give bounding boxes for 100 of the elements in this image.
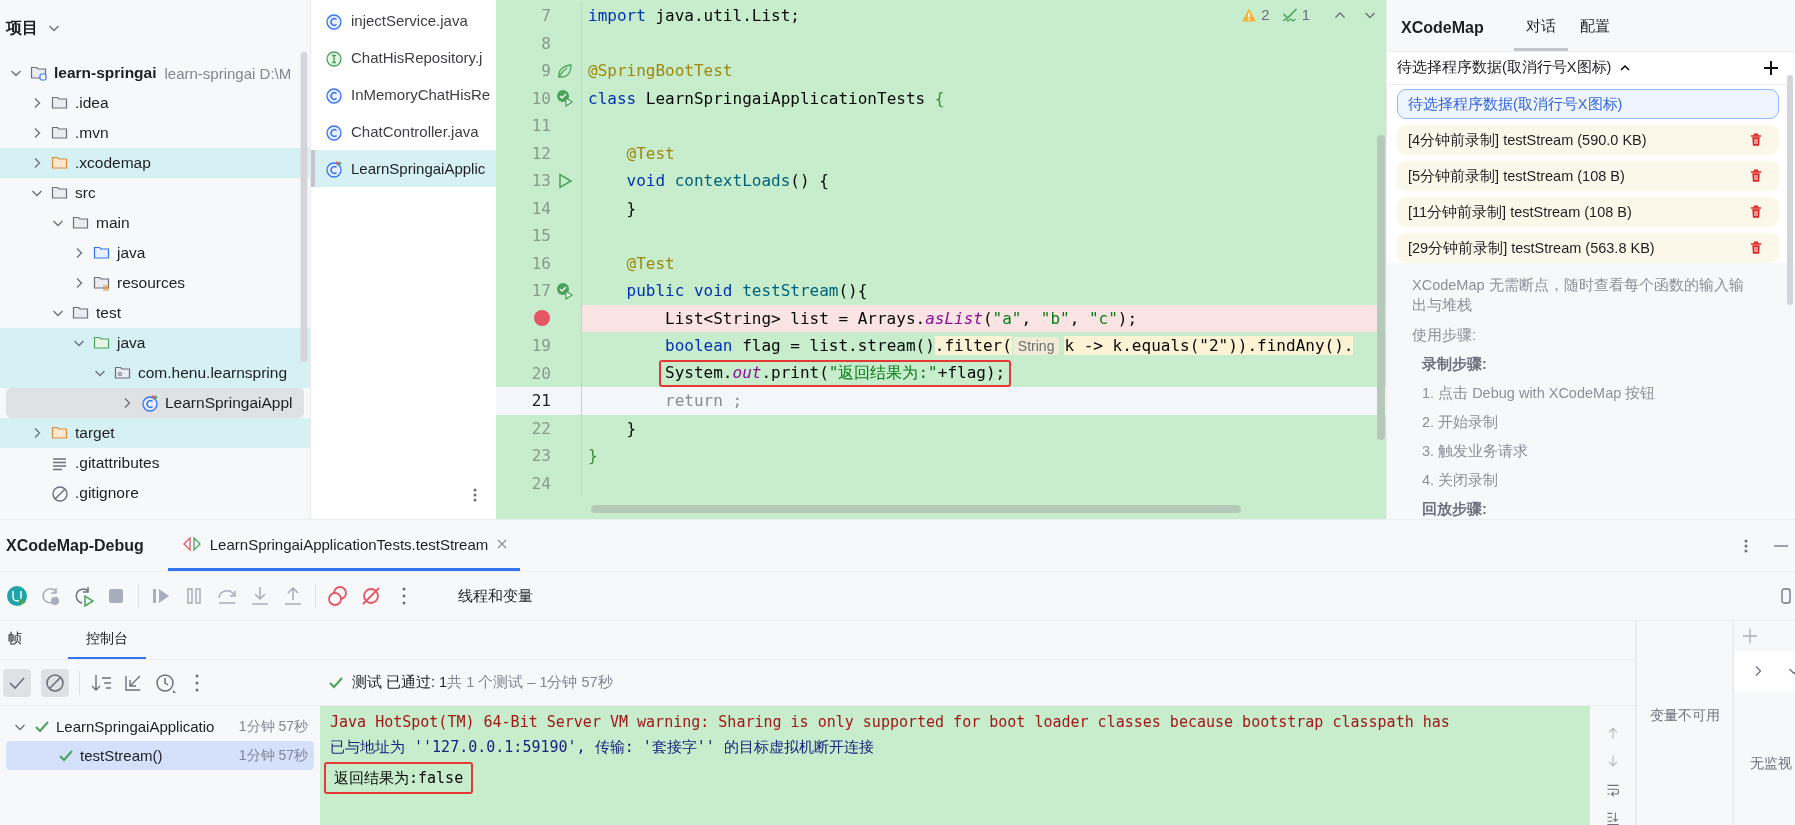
tab[interactable]: 帧 — [0, 621, 42, 659]
layout-icon[interactable] — [1781, 588, 1791, 604]
trash-icon[interactable] — [1750, 241, 1762, 255]
code-line: @Test — [625, 252, 676, 275]
line-number: 11 — [531, 116, 551, 136]
show-passed-icon[interactable] — [3, 668, 31, 697]
code-line: @Test — [625, 142, 676, 165]
warning-count[interactable]: 2 — [1261, 6, 1270, 23]
file-tab[interactable]: LearnSpringaiApplic — [311, 150, 496, 187]
module-folder-icon — [30, 64, 48, 82]
tree-item[interactable]: target — [0, 418, 310, 448]
test-summary: 共 1 个测试 – 1分钟 57秒 — [447, 673, 613, 692]
more-icon[interactable] — [472, 487, 478, 503]
code-line: List<String> list = Arrays.asList("a", "b", "c"); — [664, 307, 1139, 330]
class-icon — [325, 122, 343, 141]
tree-item[interactable]: .idea — [0, 88, 310, 118]
recording-item[interactable]: [4分钟前录制] testStream (590.0 KB) — [1397, 125, 1779, 155]
scrollbar[interactable] — [1787, 75, 1793, 305]
file-tab[interactable]: InMemoryChatHisRe — [311, 76, 496, 113]
mute-breakpoints-icon[interactable] — [360, 585, 382, 607]
code-line: } — [625, 197, 638, 220]
folder-icon — [72, 214, 90, 232]
folder-icon — [51, 124, 69, 142]
line-number: 15 — [531, 226, 551, 246]
line-number: 22 — [531, 418, 551, 438]
help-text: 使用步骤: — [1412, 326, 1478, 345]
line-number: 16 — [531, 253, 551, 273]
code-line: public void testStream(){ — [625, 280, 869, 303]
folder-icon — [51, 424, 69, 442]
test-item[interactable]: LearnSpringaiApplicatio 1分钟 57秒 — [6, 712, 314, 741]
history-icon[interactable] — [154, 671, 176, 694]
line-number: 9 — [541, 61, 551, 81]
spring-leaf-icon[interactable] — [556, 61, 574, 80]
rerun-icon[interactable] — [39, 585, 61, 607]
tree-item[interactable]: learn-springai learn-springai D:\M — [0, 58, 310, 88]
tab[interactable]: LearnSpringaiApplicationTests.testStream — [167, 520, 521, 571]
tree-item[interactable]: .xcodemap — [0, 148, 310, 178]
line-number: 7 — [541, 6, 551, 26]
console-line: 已与地址为 ''127.0.0.1:59190', 传输: '套接字'' 的目标虚拟机断开连接 — [330, 737, 874, 758]
line-number: 19 — [531, 336, 551, 356]
tree-item[interactable]: .gitattributes — [0, 448, 310, 478]
tab[interactable]: 配置 — [1567, 16, 1622, 51]
line-number: 23 — [531, 446, 551, 466]
tree-item[interactable]: java — [0, 238, 310, 268]
more-icon[interactable] — [1743, 537, 1749, 554]
typo-check-icon[interactable] — [1281, 6, 1298, 23]
run-test-icon[interactable] — [556, 89, 574, 108]
recording-item[interactable]: [11分钟前录制] testStream (108 B) — [1397, 197, 1779, 227]
line-number: 20 — [531, 363, 551, 383]
folder-icon — [51, 184, 69, 202]
tree-item[interactable]: main — [0, 208, 310, 238]
breakpoints-icon[interactable] — [327, 585, 349, 607]
code-line: boolean flag = list.stream().filter( String k -> k.equals("2")).findAny(). — [664, 335, 1355, 358]
tree-item[interactable]: .gitignore — [0, 478, 310, 508]
folder-icon — [93, 244, 111, 262]
trash-icon[interactable] — [1750, 133, 1762, 147]
step-out-icon[interactable] — [282, 585, 304, 607]
tree-item[interactable]: .mvn — [0, 118, 310, 148]
tree-item[interactable]: java — [0, 328, 310, 358]
test-item[interactable]: testStream() 1分钟 57秒 — [6, 741, 314, 770]
show-ignored-icon[interactable] — [41, 668, 69, 697]
panel-title[interactable]: 项目 — [6, 17, 38, 39]
add-icon[interactable] — [1763, 59, 1779, 76]
code-line: } — [587, 445, 599, 468]
typo-count[interactable]: 1 — [1301, 6, 1310, 23]
help-step: 4. 关闭录制 — [1412, 471, 1755, 490]
list-item[interactable]: 待选择程序数据(取消行号X图标) — [1397, 89, 1779, 119]
run-icon[interactable] — [556, 171, 574, 190]
recording-item[interactable]: [29分钟前录制] testStream (563.8 KB) — [1397, 233, 1779, 263]
tab[interactable]: 控制台 — [68, 621, 146, 659]
test-status: 测试 已通过: 1 — [352, 673, 448, 692]
tree-item[interactable]: src — [0, 178, 310, 208]
trash-icon[interactable] — [1750, 205, 1762, 219]
line-number: 8 — [541, 33, 551, 53]
run-test-icon[interactable] — [556, 281, 574, 300]
scrollbar[interactable] — [591, 505, 1241, 513]
tree-item[interactable]: LearnSpringaiAppl — [6, 388, 304, 418]
line-number: 12 — [531, 143, 551, 163]
file-tab[interactable]: injectService.java — [311, 2, 496, 39]
tree-item[interactable]: com.henu.learnspring — [0, 358, 310, 388]
debugger-logo-icon[interactable] — [6, 585, 28, 607]
line-number: 14 — [531, 198, 551, 218]
folder-icon — [72, 304, 90, 322]
recording-item[interactable]: [5分钟前录制] testStream (108 B) — [1397, 161, 1779, 191]
code-line: class LearnSpringaiApplicationTests { — [587, 87, 946, 110]
rerun-failed-icon[interactable] — [72, 585, 94, 607]
file-tab[interactable]: ChatController.java — [311, 113, 496, 150]
run-config-icon — [181, 536, 202, 552]
code-line: void contextLoads() { — [625, 170, 830, 193]
scrollbar[interactable] — [1377, 135, 1385, 440]
tree-item[interactable]: test — [0, 298, 310, 328]
file-tab[interactable]: ChatHisRepository.j — [311, 39, 496, 76]
code-line: } — [625, 417, 638, 440]
breakpoint-icon[interactable] — [533, 309, 551, 328]
scrollbar[interactable] — [300, 52, 308, 362]
step-into-icon[interactable] — [249, 585, 271, 607]
close-icon[interactable] — [496, 538, 509, 550]
tree-item[interactable]: resources — [0, 268, 310, 298]
trash-icon[interactable] — [1750, 169, 1762, 183]
section-label: 线程和变量 — [458, 586, 533, 606]
